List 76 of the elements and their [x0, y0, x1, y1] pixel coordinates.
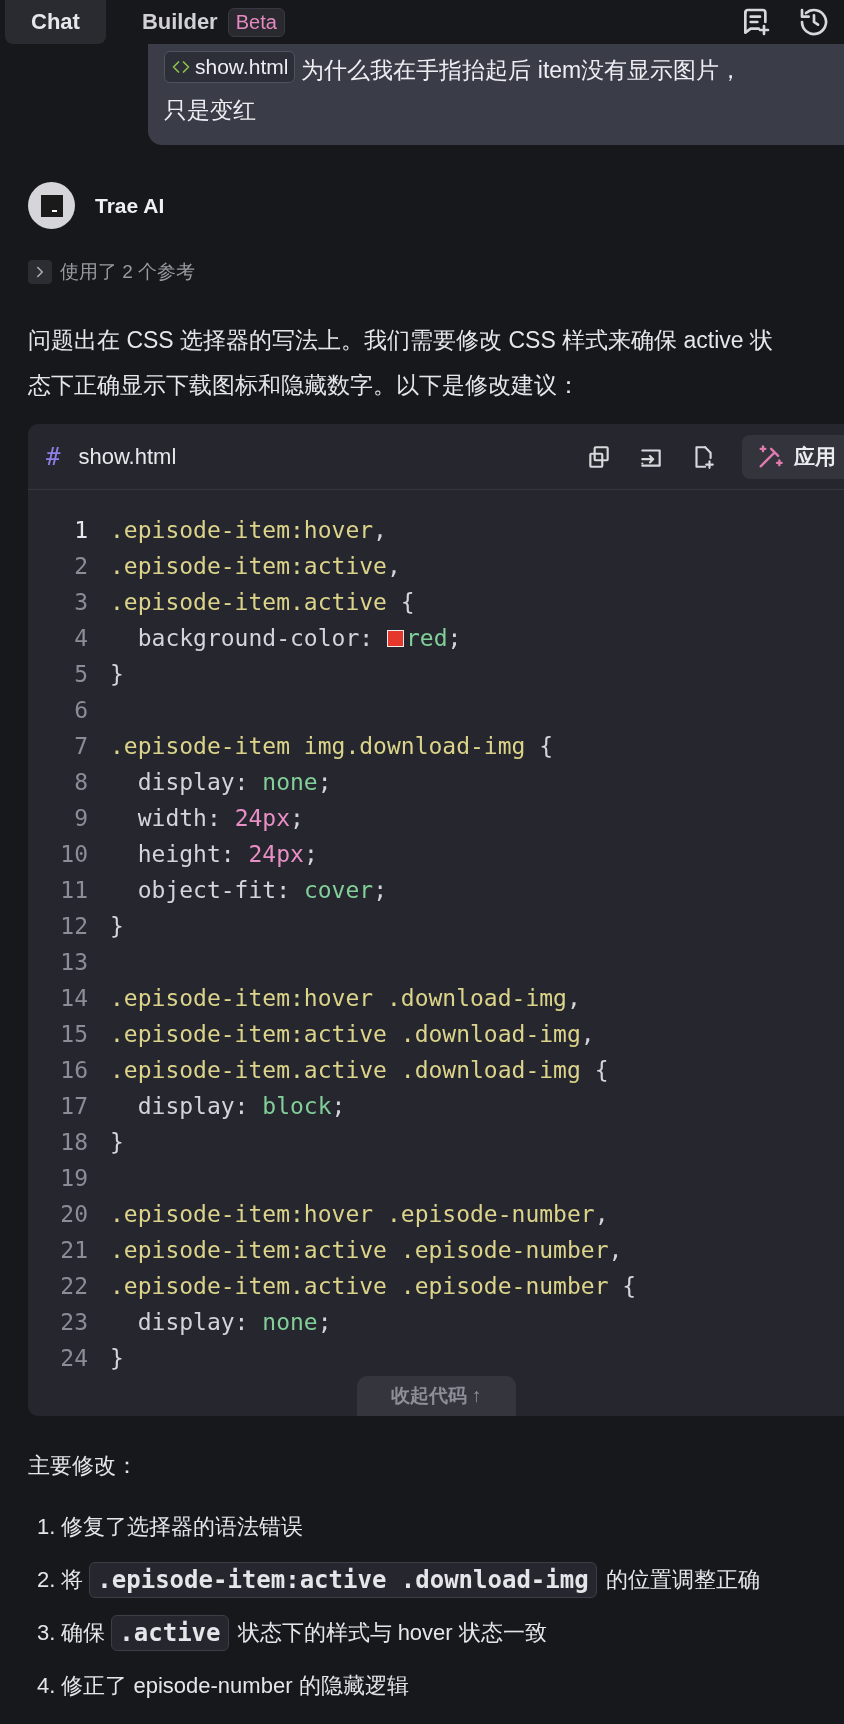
- code-line: }: [110, 1345, 124, 1371]
- file-type-icon: #: [46, 442, 61, 471]
- answer-paragraph: 问题出在 CSS 选择器的写法上。我们需要修改 CSS 样式来确保 active 状态下正确显示下载图标和隐藏数字。以下是修改建议：: [28, 326, 773, 400]
- line-number: 11: [59, 877, 88, 903]
- list-item-text: 将: [61, 1565, 84, 1594]
- code-line: display: none;: [136, 769, 332, 795]
- line-number: 5: [73, 661, 88, 687]
- list-item-text: 状态下的样式与 hover 状态一致: [237, 1618, 547, 1647]
- copy-icon[interactable]: [586, 443, 612, 470]
- line-number: 19: [59, 1165, 88, 1191]
- beta-badge: Beta: [227, 7, 285, 37]
- file-name: show.html: [78, 443, 178, 470]
- line-number: 23: [59, 1309, 88, 1335]
- list-item-text: 确保: [61, 1618, 106, 1647]
- line-number: 20: [59, 1201, 88, 1227]
- summary-heading: 主要修改：: [28, 1452, 139, 1480]
- code-line: }: [110, 1129, 124, 1155]
- message-text: 为什么我在手指抬起后 item没有显示图片，: [301, 57, 743, 83]
- line-number: 13: [59, 949, 88, 975]
- line-number: 15: [59, 1021, 88, 1047]
- line-number: 14: [59, 985, 88, 1011]
- line-number: 8: [73, 769, 88, 795]
- line-number: 21: [59, 1237, 88, 1263]
- tab[interactable]: Builder Beta: [115, 0, 311, 44]
- history-icon[interactable]: [798, 6, 830, 38]
- line-number: 2: [73, 553, 88, 579]
- line-number: 10: [59, 841, 88, 867]
- line-number: 7: [73, 733, 88, 759]
- list-item-text: 的位置调整正确: [605, 1565, 760, 1594]
- line-number: 17: [59, 1093, 88, 1119]
- code-line: display: none;: [136, 1309, 332, 1335]
- list-item-text: 修正了 episode-number 的隐藏逻辑: [61, 1671, 409, 1700]
- file-chip[interactable]: show.html: [164, 51, 296, 83]
- code-line: .episode-item:active .download-img,: [110, 1021, 595, 1047]
- line-number: 22: [59, 1273, 88, 1299]
- collapse-code-button[interactable]: 收起代码 ↑: [356, 1376, 516, 1416]
- magic-wand-icon: [756, 442, 784, 471]
- list-number: 2.: [37, 1566, 56, 1593]
- expand-toggle[interactable]: [28, 260, 52, 284]
- line-number: 6: [73, 697, 88, 723]
- code-line: .episode-item.active .episode-number {: [110, 1273, 637, 1299]
- line-number: 18: [59, 1129, 88, 1155]
- code-line: .episode-item:active .episode-number,: [110, 1237, 623, 1263]
- code-line: .episode-item:active,: [110, 553, 401, 579]
- code-line: .episode-item.active .download-img {: [110, 1057, 609, 1083]
- line-number: 24: [59, 1345, 88, 1371]
- line-number: 4: [73, 625, 88, 651]
- line-number: 9: [73, 805, 88, 831]
- inline-code: .episode-item:active .download-img: [89, 1561, 597, 1598]
- list-number: 1.: [37, 1513, 56, 1540]
- line-number: 12: [59, 913, 88, 939]
- code-line: display: block;: [136, 1093, 346, 1119]
- code-line: .episode-item img.download-img {: [110, 733, 554, 759]
- code-line: .episode-item.active {: [110, 589, 415, 615]
- code-line: background-color: red;: [136, 625, 462, 651]
- list-number: 3.: [37, 1619, 56, 1646]
- apply-button[interactable]: 应用: [742, 434, 844, 479]
- message-text: 只是变红: [164, 97, 256, 123]
- list-item-text: 修复了选择器的语法错误: [61, 1512, 304, 1541]
- list-number: 4.: [37, 1672, 56, 1699]
- code-line: }: [110, 913, 124, 939]
- avatar-icon: [28, 182, 75, 229]
- line-number: 1: [73, 517, 88, 543]
- line-number: 16: [59, 1057, 88, 1083]
- code-line: .episode-item:hover .episode-number,: [110, 1201, 609, 1227]
- line-number: 3: [73, 589, 88, 615]
- references-label[interactable]: 使用了 2 个参考: [60, 259, 196, 285]
- code-line: .episode-item:hover,: [110, 517, 387, 543]
- code-line: .episode-item:hover .download-img,: [110, 985, 581, 1011]
- code-line: height: 24px;: [136, 841, 318, 867]
- assistant-name: Trae AI: [95, 193, 165, 218]
- code-line: }: [110, 661, 124, 687]
- tab[interactable]: Chat: [5, 0, 106, 44]
- inline-code: .active: [111, 1614, 229, 1651]
- code-line: width: 24px;: [136, 805, 304, 831]
- code-line: object-fit: cover;: [136, 877, 387, 903]
